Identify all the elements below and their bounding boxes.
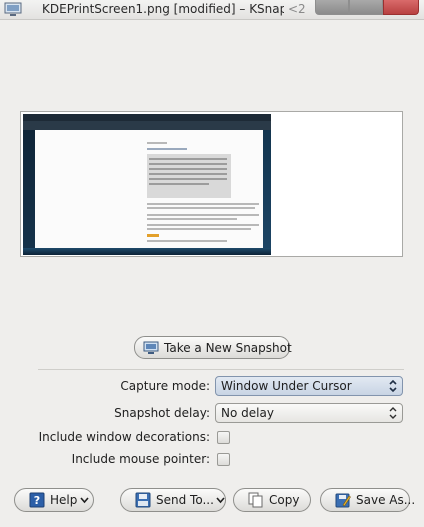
chevron-updown-icon (389, 379, 397, 393)
window-title-overflow: <2 (288, 2, 306, 16)
copy-label: Copy (269, 493, 300, 507)
copy-button[interactable]: Copy (233, 488, 311, 512)
help-button[interactable]: ? Help (14, 488, 94, 512)
help-icon: ? (29, 492, 45, 508)
save-as-icon (335, 493, 351, 508)
minimize-button[interactable] (315, 0, 349, 15)
thumbnail-titlebar (23, 114, 271, 121)
thumbnail-document (35, 130, 263, 248)
include-pointer-label: Include mouse pointer: (71, 452, 210, 466)
chevron-down-icon (216, 497, 225, 504)
capture-mode-label: Capture mode: (120, 379, 210, 393)
thumbnail-taskbar (23, 248, 271, 255)
window-title: KDEPrintScreen1.png [modified] – KSnapsh… (42, 2, 284, 16)
send-to-label: Send To... (156, 493, 214, 507)
save-as-button[interactable]: Save As... (320, 488, 415, 512)
snapshot-delay-value: No delay (221, 406, 274, 420)
ksnapshot-app-icon[interactable] (4, 2, 22, 17)
close-button[interactable] (383, 0, 419, 15)
snapshot-delay-spinbox[interactable]: No delay (215, 403, 403, 423)
thumbnail-sidebar (23, 130, 35, 248)
help-label: Help (50, 493, 78, 507)
snapshot-delay-label: Snapshot delay: (114, 406, 210, 420)
take-new-snapshot-button[interactable]: Take a New Snapshot (134, 336, 292, 359)
include-decorations-label: Include window decorations: (38, 430, 210, 444)
snapshot-thumbnail (23, 114, 271, 255)
send-to-button[interactable]: Send To... (120, 488, 226, 512)
save-as-label: Save As... (356, 493, 416, 507)
thumbnail-toolbar (23, 121, 271, 130)
spin-arrows-icon[interactable] (388, 406, 398, 420)
maximize-button[interactable] (349, 0, 383, 15)
chevron-down-icon (80, 497, 89, 504)
monitor-icon (143, 341, 159, 354)
take-new-snapshot-label: Take a New Snapshot (164, 340, 292, 355)
include-decorations-checkbox[interactable] (217, 431, 230, 444)
copy-icon (248, 492, 263, 508)
window-titlebar[interactable]: KDEPrintScreen1.png [modified] – KSnapsh… (0, 0, 424, 20)
svg-text:?: ? (34, 494, 40, 507)
separator (38, 369, 404, 370)
floppy-disk-icon (135, 492, 151, 508)
include-pointer-checkbox[interactable] (217, 453, 230, 466)
snapshot-preview[interactable] (20, 111, 403, 257)
thumbnail-background (263, 130, 271, 248)
capture-mode-select[interactable]: Window Under Cursor (215, 376, 403, 396)
capture-mode-value: Window Under Cursor (221, 379, 352, 393)
